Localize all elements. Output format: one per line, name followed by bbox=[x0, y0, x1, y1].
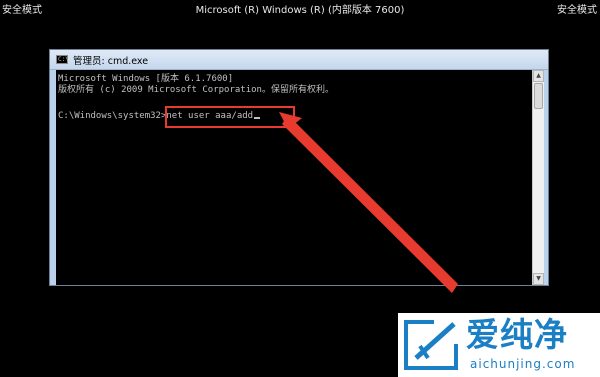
monitor-logo-icon bbox=[404, 320, 458, 370]
annotation-arrow-shaft bbox=[282, 115, 458, 293]
watermark-url: aichunjing.com bbox=[470, 357, 576, 371]
watermark-logo: 爱纯净 aichunjing.com bbox=[398, 313, 600, 377]
watermark-brand: 爱纯净 bbox=[466, 315, 568, 354]
